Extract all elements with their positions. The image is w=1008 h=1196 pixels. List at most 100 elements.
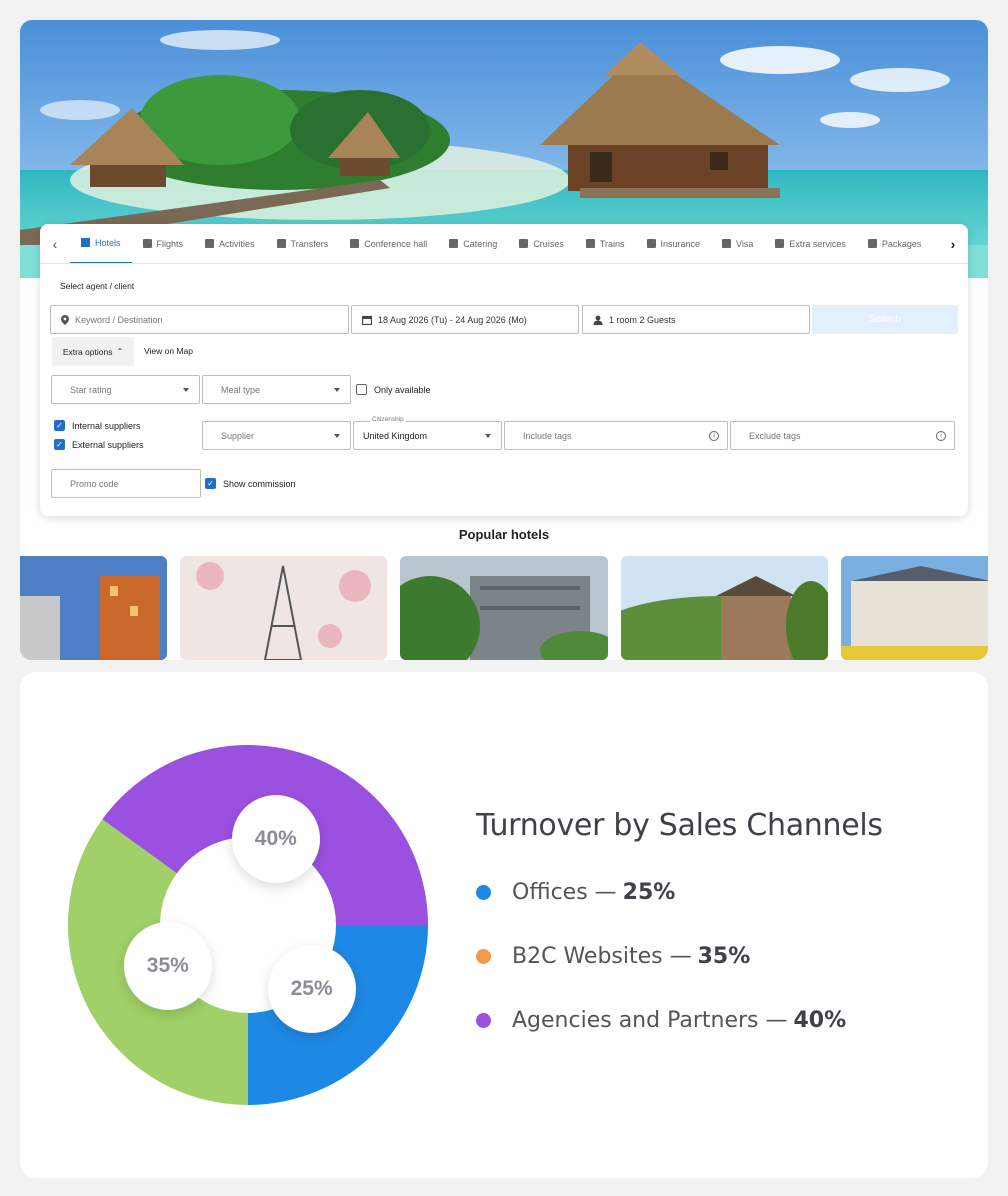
tab-flights[interactable]: Flights	[132, 224, 195, 263]
tab-label: Insurance	[660, 238, 701, 249]
checkbox-checked-icon: ✓	[54, 420, 65, 431]
cup-icon	[449, 239, 459, 248]
search-button[interactable]: Search	[812, 305, 958, 334]
chevron-up-icon: ⌃	[116, 347, 124, 356]
external-suppliers-checkbox[interactable]: ✓ External suppliers	[54, 439, 144, 450]
date-range-value: 18 Aug 2026 (Tu) - 24 Aug 2026 (Mo)	[378, 314, 527, 325]
caret-down-icon	[334, 434, 340, 438]
plus-box-icon	[775, 239, 785, 248]
turnover-pie-chart	[67, 744, 428, 1105]
hotel-card-4[interactable]	[621, 556, 828, 660]
tab-label: Flights	[156, 238, 184, 249]
bus-icon	[276, 239, 286, 248]
tab-label: Hotels	[95, 237, 121, 248]
tab-label: Extra services	[789, 238, 846, 249]
ship-icon	[519, 239, 529, 248]
hotel-icon	[81, 238, 90, 247]
include-tags-placeholder: Include tags	[523, 430, 572, 441]
external-suppliers-label: External suppliers	[72, 439, 144, 450]
view-on-map-link[interactable]: View on Map	[144, 346, 193, 356]
include-tags-input[interactable]: Include tags i	[504, 421, 728, 450]
legend-label-agencies: Agencies and Partners —	[512, 1008, 788, 1033]
tab-packages[interactable]: Packages	[857, 224, 933, 263]
internal-suppliers-checkbox[interactable]: ✓ Internal suppliers	[54, 420, 141, 431]
legend-value-offices: 25%	[622, 880, 676, 905]
star-rating-select[interactable]: Star rating	[51, 375, 200, 404]
hotel-card-3[interactable]	[400, 556, 608, 660]
checkbox-checked-icon: ✓	[205, 478, 216, 489]
meal-type-label: Meal type	[221, 384, 261, 395]
date-range-field[interactable]: 18 Aug 2026 (Tu) - 24 Aug 2026 (Mo)	[351, 305, 579, 334]
citizenship-floating-label: Citizenship	[370, 416, 406, 423]
info-icon[interactable]: i	[709, 431, 719, 441]
tab-trains[interactable]: Trains	[575, 224, 636, 263]
internal-suppliers-label: Internal suppliers	[72, 420, 141, 431]
hotel-card-2[interactable]	[180, 556, 387, 660]
passport-icon	[722, 239, 732, 248]
person-icon	[593, 315, 603, 325]
guests-value: 1 room 2 Guests	[609, 314, 676, 325]
legend-dot-b2c-websites	[476, 949, 491, 964]
legend-item-b2c-websites: B2C Websites — 35%	[476, 944, 750, 969]
legend-value-b2c-websites: 35%	[697, 944, 751, 969]
supplier-label: Supplier	[221, 430, 255, 441]
tabs-prev-button[interactable]: ‹	[40, 224, 70, 263]
show-commission-checkbox[interactable]: ✓ Show commission	[205, 478, 296, 489]
tab-activities[interactable]: Activities	[194, 224, 266, 263]
tab-label: Trains	[599, 238, 625, 249]
star-rating-label: Star rating	[70, 384, 112, 395]
tab-conference-hall[interactable]: Conference hall	[339, 224, 438, 263]
tab-label: Catering	[463, 238, 498, 249]
meal-type-select[interactable]: Meal type	[202, 375, 351, 404]
promo-code-input[interactable]: Promo code	[51, 469, 201, 498]
legend-label-offices: Offices —	[512, 880, 617, 905]
tab-cruises[interactable]: Cruises	[508, 224, 575, 263]
tab-extra-services[interactable]: Extra services	[764, 224, 857, 263]
hotel-card-5[interactable]	[841, 556, 988, 660]
tab-label: Conference hall	[364, 238, 428, 249]
hotel-card-1[interactable]	[20, 556, 167, 660]
caret-down-icon	[334, 388, 340, 392]
tab-visa[interactable]: Visa	[711, 224, 764, 263]
tab-catering[interactable]: Catering	[438, 224, 508, 263]
search-panel: ‹ Hotels Flights Activities Transfers Confer…	[40, 224, 968, 516]
only-available-checkbox[interactable]: Only available	[356, 384, 431, 395]
select-agent-label[interactable]: Select agent / client	[60, 281, 134, 291]
destination-placeholder: Keyword / Destination	[75, 314, 163, 325]
guests-field[interactable]: 1 room 2 Guests	[582, 305, 810, 334]
pie-label-b2c-websites: 35%	[123, 921, 212, 1010]
promo-code-placeholder: Promo code	[70, 478, 119, 489]
legend-item-offices: Offices — 25%	[476, 880, 675, 905]
tab-transfers[interactable]: Transfers	[266, 224, 340, 263]
tabs-next-button[interactable]: ›	[938, 224, 968, 263]
only-available-label: Only available	[374, 384, 431, 395]
exclude-tags-placeholder: Exclude tags	[749, 430, 801, 441]
extra-options-button[interactable]: Extra options ⌃	[52, 337, 134, 366]
location-pin-icon	[61, 314, 69, 325]
legend-dot-agencies	[476, 1013, 491, 1028]
exclude-tags-input[interactable]: Exclude tags i	[730, 421, 955, 450]
tab-insurance[interactable]: Insurance	[636, 224, 712, 263]
supplier-select[interactable]: Supplier	[202, 421, 351, 450]
tab-label: Visa	[736, 238, 754, 249]
checkbox-checked-icon: ✓	[54, 439, 65, 450]
turnover-chart-card: Turnover by Sales Channels Offices — 25%…	[20, 672, 988, 1178]
shield-icon	[646, 239, 656, 248]
caret-down-icon	[485, 434, 491, 438]
legend-label-b2c-websites: B2C Websites —	[512, 944, 692, 969]
info-icon[interactable]: i	[936, 431, 946, 441]
legend-value-agencies: 40%	[793, 1008, 847, 1033]
show-commission-label: Show commission	[223, 478, 296, 489]
popular-hotels-title: Popular hotels	[458, 527, 550, 542]
tab-list: Hotels Flights Activities Transfers Conferen…	[70, 224, 938, 263]
tab-label: Cruises	[533, 238, 564, 249]
citizenship-select[interactable]: Citizenship United Kingdom	[353, 416, 502, 450]
pie-label-offices: 25%	[267, 944, 356, 1033]
bolt-icon	[205, 239, 215, 248]
tab-hotels[interactable]: Hotels	[70, 224, 132, 263]
tab-label: Activities	[219, 238, 255, 249]
legend-dot-offices	[476, 885, 491, 900]
booking-screenshot-card: ‹ Hotels Flights Activities Transfers Confer…	[20, 20, 988, 660]
destination-input[interactable]: Keyword / Destination	[50, 305, 349, 334]
tab-label: Packages	[881, 238, 922, 249]
